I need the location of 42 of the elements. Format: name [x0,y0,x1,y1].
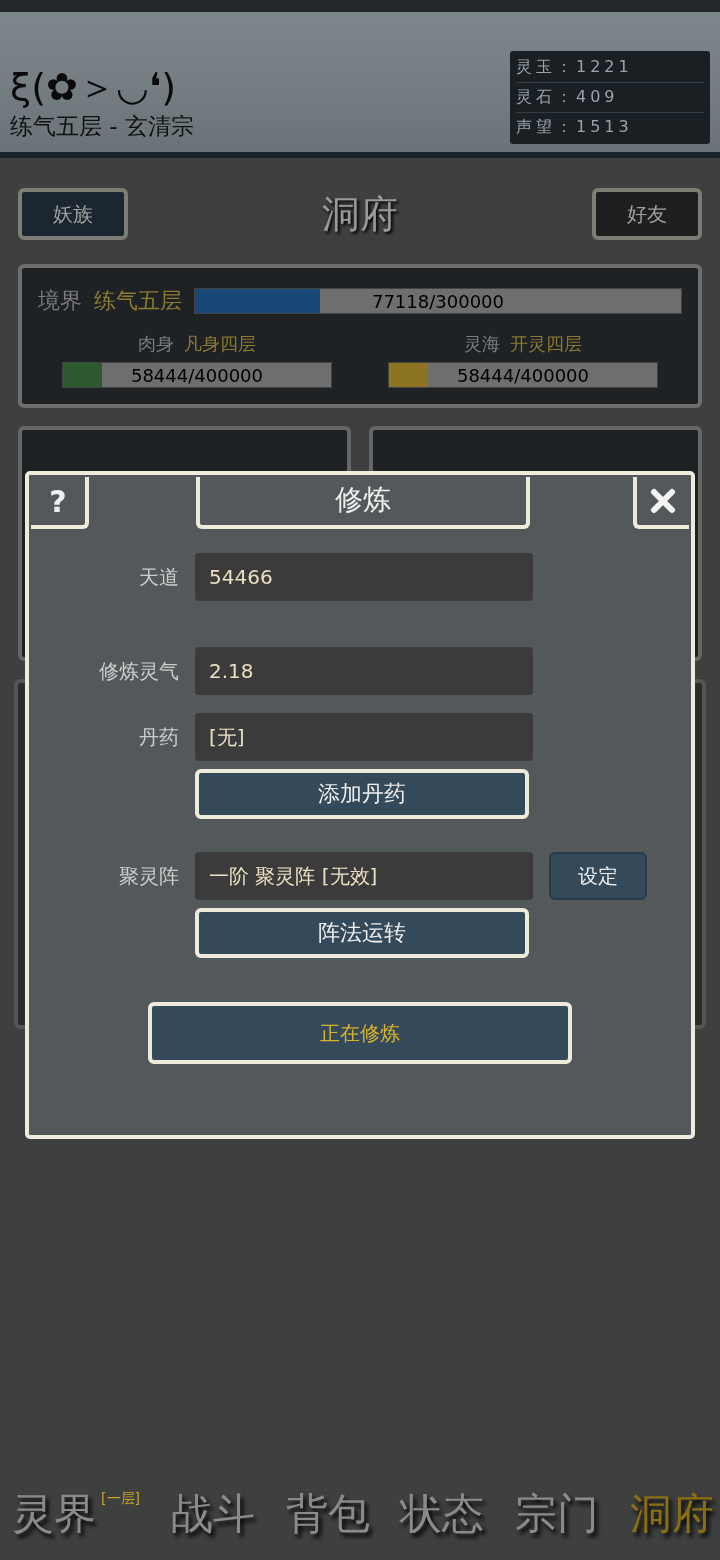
resource-label: 灵玉： [516,57,576,78]
progress-reading: 77118/300000 [370,290,505,314]
action-button[interactable]: 添加丹药 [195,769,529,819]
value-field: [无] [195,713,533,761]
nav-tab[interactable]: 背包 [285,1486,370,1542]
player-rank: 练气五层 - 玄清宗 [10,112,194,141]
value-field: 2.18 [195,647,533,695]
friends-button[interactable]: 好友 [592,188,702,240]
nav-tab[interactable]: 宗门 [515,1486,600,1542]
progress-reading: 58444/400000 [129,364,264,388]
value-field: 一阶 聚灵阵 [无效] [195,852,533,900]
progress-reading: 58444/400000 [455,364,590,388]
nav-tab[interactable]: 灵界 [12,1486,96,1542]
value-field: 54466 [195,553,533,601]
resource-value: 1513 [576,117,633,138]
field-label: 天道 [138,563,179,591]
field-label: 聚灵阵 [118,862,179,890]
resource-value: 1221 [576,57,633,78]
field-label: 丹药 [138,723,179,751]
stat-label: 灵海 [464,332,500,356]
clan-button[interactable]: 妖族 [18,188,128,240]
resource-value: 409 [576,87,619,108]
realm-label: 境界 [38,287,82,315]
stat-value: 凡身四层 [184,332,256,356]
realm-value: 练气五层 [94,287,182,315]
cultivate-button[interactable]: 正在修炼 [148,1002,572,1064]
resource-label: 灵石： [516,87,576,108]
stat-value: 开灵四层 [510,332,582,356]
help-button[interactable]: ? [31,477,89,529]
page-title: 洞府 [322,190,398,238]
nav-tab[interactable]: 战斗 [170,1486,255,1542]
nav-tab[interactable]: 状态 [400,1486,485,1542]
set-button[interactable]: 设定 [549,852,647,900]
resource-label: 声望： [516,117,576,138]
close-button[interactable] [633,477,689,529]
floor-label: [一层] [101,1490,140,1508]
field-label: 修炼灵气 [98,657,179,685]
stat-label: 肉身 [138,332,174,356]
action-button[interactable]: 阵法运转 [195,908,529,958]
player-name: ξ(✿＞◡❛) [10,67,178,109]
dialog-title: 修炼 [196,477,530,529]
close-icon [649,487,677,515]
